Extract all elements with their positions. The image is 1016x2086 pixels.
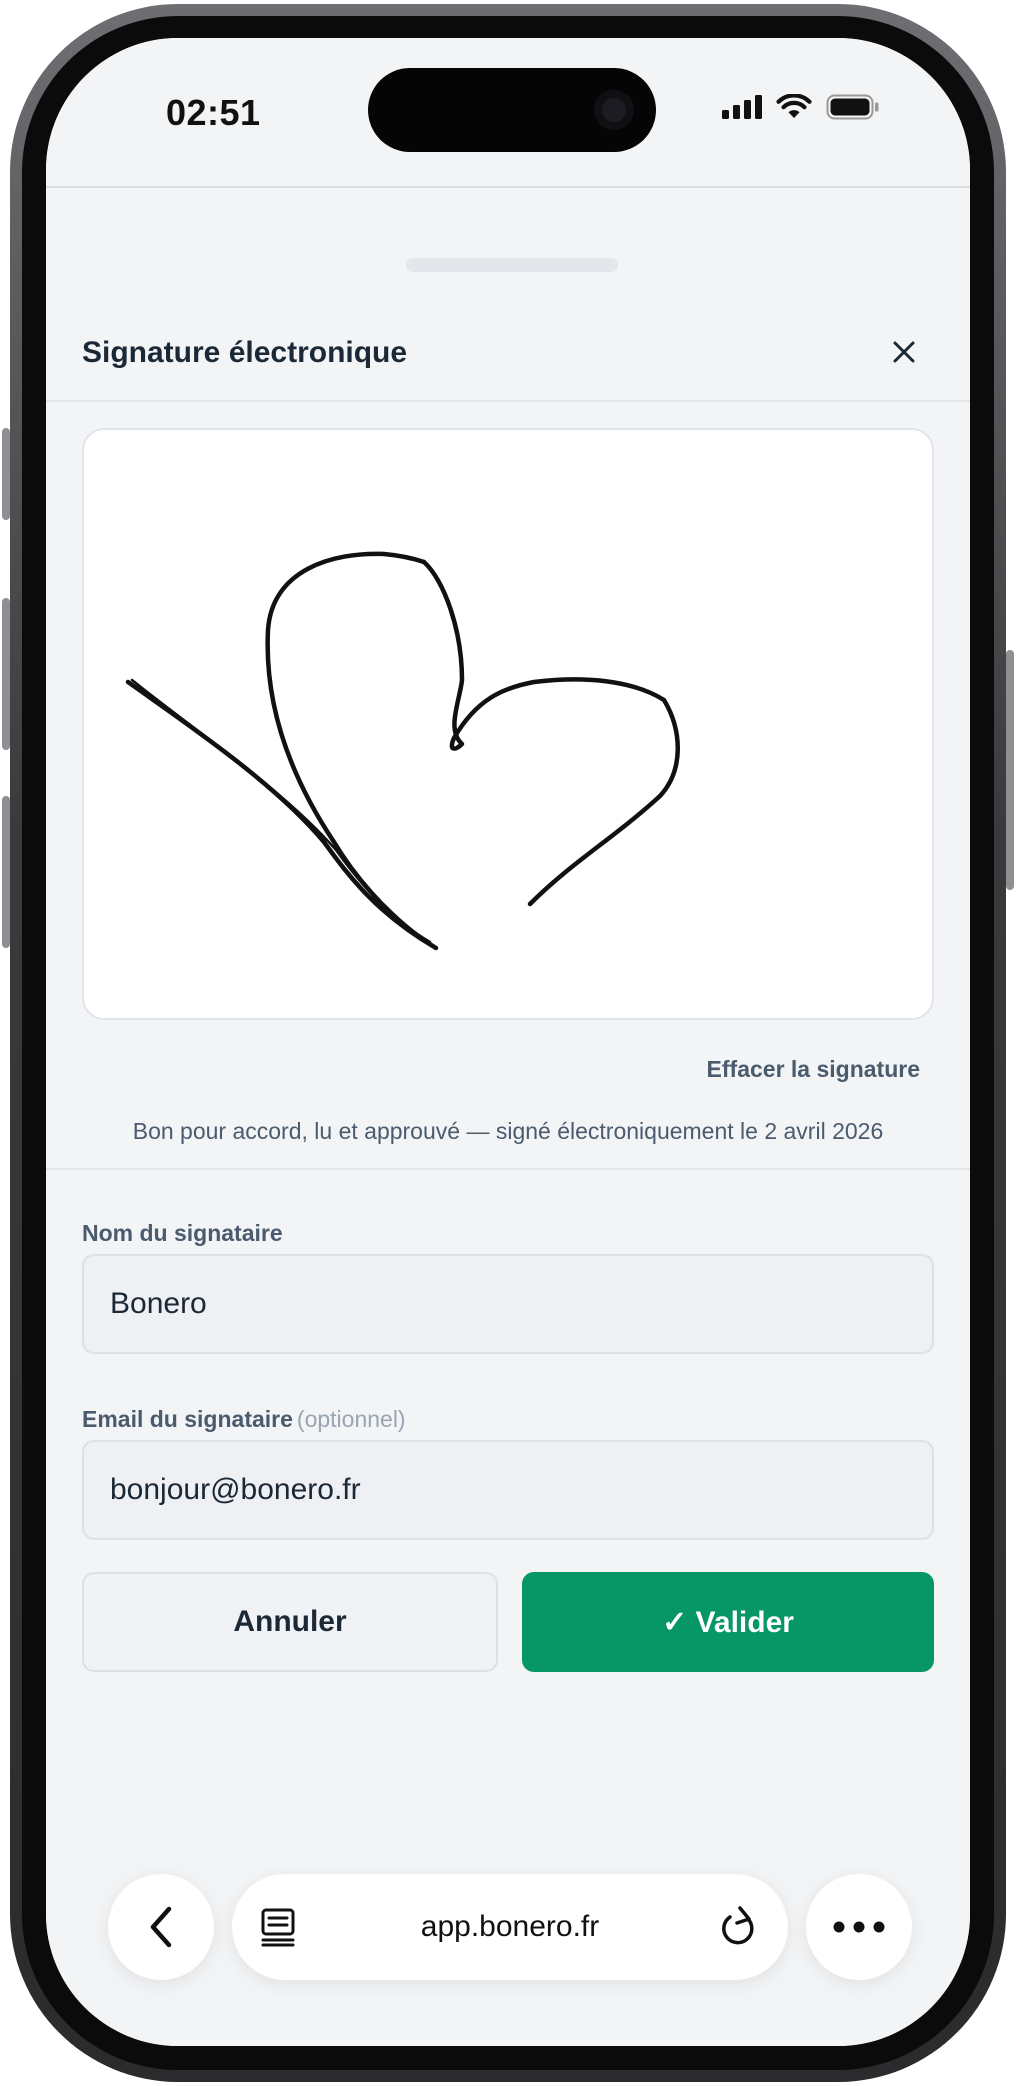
more-button[interactable] [806, 1874, 912, 1980]
volume-up-button [2, 598, 10, 750]
validate-button-label: ✓ Valider [662, 1605, 794, 1639]
power-button [1006, 650, 1014, 890]
clear-signature-link[interactable]: Effacer la signature [707, 1056, 920, 1083]
dynamic-island [368, 68, 656, 152]
more-icon [833, 1921, 885, 1933]
email-label-text: Email du signataire [82, 1406, 293, 1432]
name-label-text: Nom du signataire [82, 1220, 283, 1246]
camera-icon [594, 90, 634, 130]
close-icon [893, 341, 915, 363]
validate-button[interactable]: ✓ Valider [522, 1572, 934, 1672]
email-label: Email du signataire (optionnel) [82, 1406, 406, 1433]
sheet-title: Signature électronique [82, 336, 408, 369]
name-field[interactable] [82, 1254, 934, 1354]
name-label: Nom du signataire [82, 1220, 283, 1247]
url-text: app.bonero.fr [420, 1910, 600, 1943]
address-bar[interactable]: app.bonero.fr [232, 1874, 788, 1980]
browser-toolbar: app.bonero.fr [46, 1874, 970, 2046]
close-button[interactable] [884, 332, 924, 372]
signature-stroke [125, 551, 680, 951]
sheet-grabber[interactable] [406, 258, 618, 272]
cellular-signal-icon [722, 95, 762, 119]
consent-text: Bon pour accord, lu et approuvé — signé … [132, 1118, 884, 1144]
header-divider [46, 400, 970, 402]
battery-icon [826, 94, 879, 120]
cancel-button[interactable]: Annuler [82, 1572, 498, 1672]
form-divider [46, 1168, 970, 1170]
action-button [2, 428, 10, 520]
reload-icon[interactable] [718, 1905, 758, 1949]
signature-pad[interactable] [82, 428, 934, 1020]
sheet-header: Signature électronique [46, 318, 970, 400]
status-time: 02:51 [166, 92, 261, 133]
optional-hint: (optionnel) [296, 1406, 406, 1432]
status-icons [722, 94, 880, 120]
back-button[interactable] [108, 1874, 214, 1980]
status-bar: 02:51 [46, 38, 970, 186]
chevron-left-icon [150, 1906, 172, 1948]
wifi-icon [776, 94, 812, 118]
screen: 02:51 Signature électronique Effacer la … [46, 38, 970, 2046]
signature-sheet: Signature électronique Effacer la signat… [46, 188, 970, 2046]
cancel-button-label: Annuler [233, 1605, 347, 1638]
email-field[interactable] [82, 1440, 934, 1540]
volume-down-button [2, 796, 10, 948]
